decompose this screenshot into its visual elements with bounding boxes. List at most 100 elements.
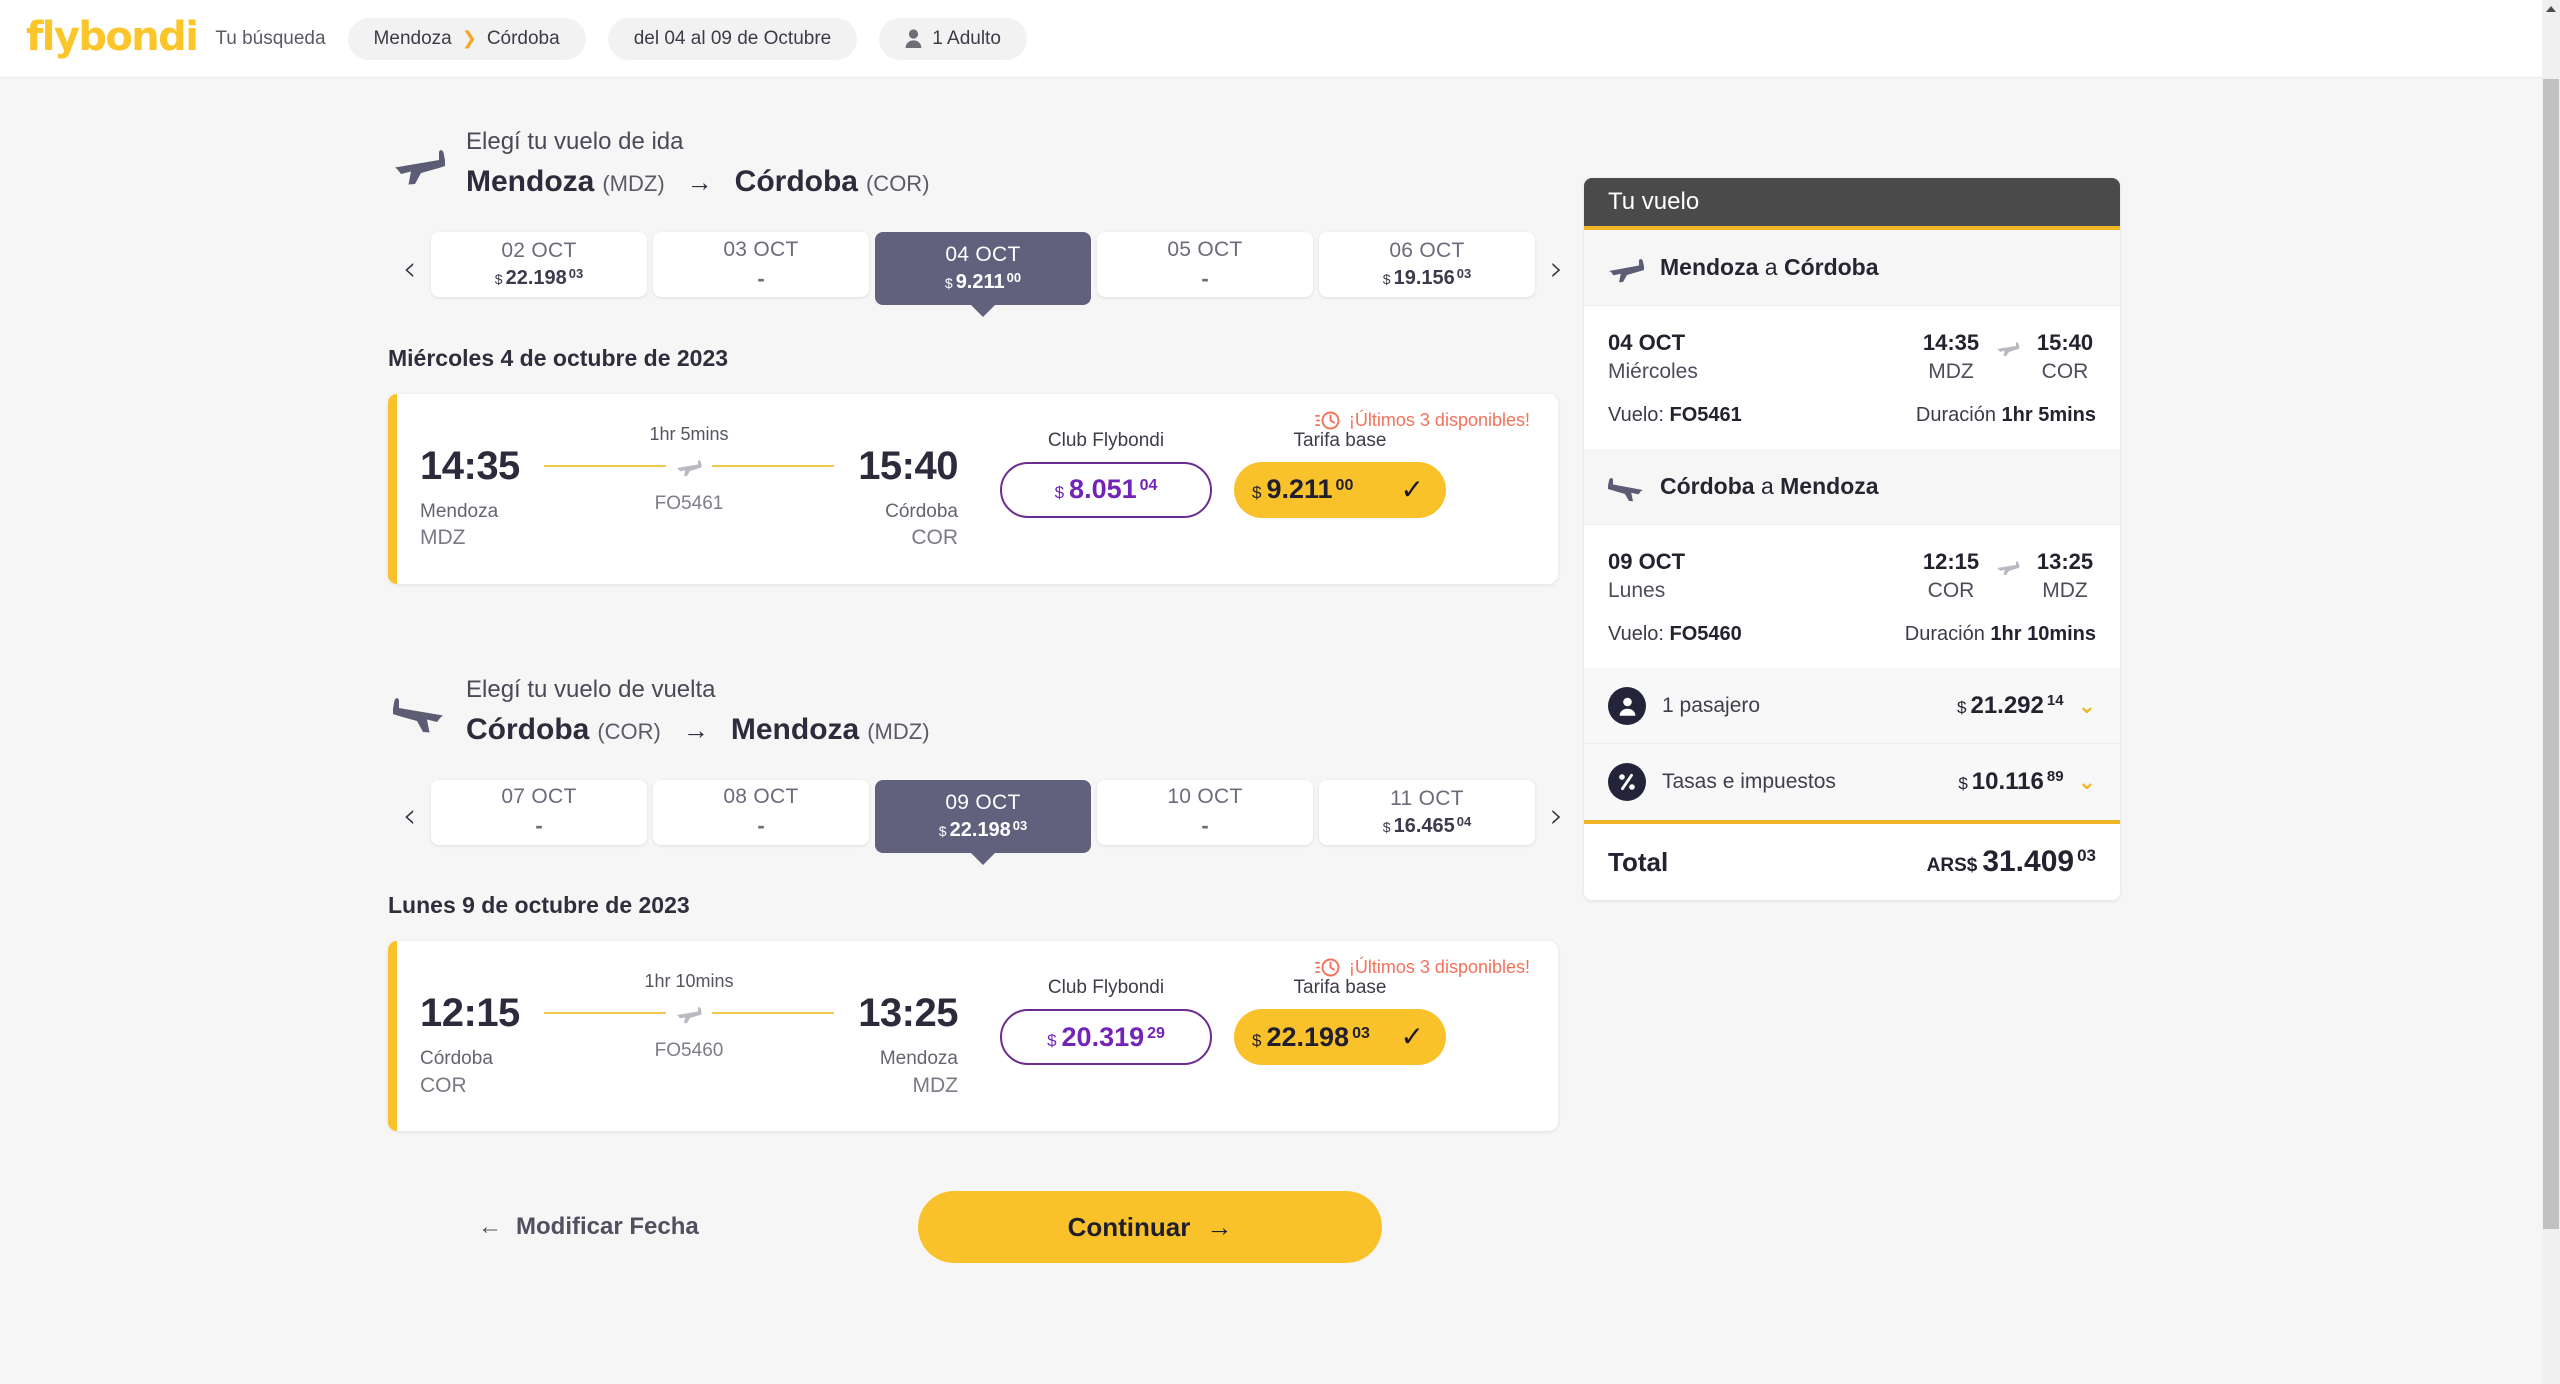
modify-date-button[interactable]: ← Modificar Fecha [478,1213,699,1241]
passengers-chip[interactable]: 1 Adulto [879,17,1027,60]
amount-value: 22.198 [949,818,1011,841]
outbound-club-fare-button[interactable]: $ 8.051 04 [1000,461,1212,518]
clock-alert-icon [1314,410,1341,431]
inbound-base-label: Tarifa base [1293,977,1387,999]
amount-cents: 00 [1006,270,1022,286]
amount-cents: 89 [2046,768,2064,786]
flybondi-logo[interactable]: flybondi [26,13,199,60]
inbound-prev-dates-button[interactable]: ‹ [388,776,431,856]
dates-chip-label: del 04 al 09 de Octubre [633,27,832,49]
amount-cents: 03 [2077,846,2096,866]
route-chip[interactable]: Mendoza ❯ Córdoba [347,17,586,60]
outbound-prev-dates-button[interactable]: ‹ [388,229,431,309]
arrow-left-icon: ← [478,1213,502,1241]
trip-summary-header: Tu vuelo [1584,178,2120,230]
logo-text: flybondi [26,13,199,60]
date-card-day: 05 OCT [1167,237,1243,261]
outbound-date-cards: 02 OCT $22.198 03 03 OCT -04 OCT $9.211 00 05 O… [431,232,1535,306]
chevron-right-icon: ❯ [461,28,477,48]
summary-leg-row-inbound: 09 OCT Lunes 12:15 COR 13:25 MDZ [1608,547,2096,605]
passengers-amount: $ 21.292 14 [1957,692,2064,720]
passengers-row[interactable]: 1 pasajero $ 21.292 14 ⌄ [1584,668,2120,745]
inbound-date-strip: ‹ 07 OCT - 08 OCT - 09 OCT $22.198 03 10 OCT - 11… [388,776,1578,856]
date-card-price: $16.465 04 [1383,814,1471,838]
outbound-date-card-05-oct[interactable]: 05 OCT - [1097,232,1313,298]
date-card-day: 11 OCT [1390,786,1464,810]
date-card-day: 04 OCT [945,243,1021,267]
outbound-kicker: Elegí tu vuelo de ida [466,128,684,155]
inbound-flight-card[interactable]: ¡Últimos 3 disponibles! 12:15 Córdoba CO… [388,941,1558,1132]
page-scrollbar[interactable] [2542,0,2560,1384]
currency-symbol: $ [1047,1030,1057,1050]
summary-duration-outbound: Duración 1hr 5mins [1916,404,2096,427]
amount-value: 8.051 [1069,474,1137,505]
outbound-next-dates-button[interactable]: › [1535,229,1578,309]
inbound-date-card-09-oct[interactable]: 09 OCT $22.198 03 [875,779,1091,853]
inbound-club-fare-button[interactable]: $ 20.319 29 [1000,1009,1212,1066]
outbound-date-card-02-oct[interactable]: 02 OCT $22.198 03 [431,232,647,298]
plane-small-icon [1996,328,2020,356]
summary-leg-route-outbound: Mendoza a Córdoba [1660,254,1879,281]
continue-button[interactable]: Continuar → [918,1191,1382,1264]
outbound-date-card-03-oct[interactable]: 03 OCT - [653,232,869,298]
chevron-down-icon[interactable]: ⌄ [2078,694,2096,717]
inbound-arrive-code: MDZ [912,1074,959,1098]
inbound-arrive-city: Mendoza [879,1048,958,1070]
outbound-date-card-06-oct[interactable]: 06 OCT $19.156 03 [1319,232,1535,298]
amount-cents: 29 [1147,1024,1165,1042]
currency-symbol: $ [494,271,503,288]
summary-date-value: 04 OCT [1608,330,1686,355]
summary-depart-time: 14:35 [1922,330,1980,355]
date-card-no-price: - [1201,265,1209,291]
inbound-date-card-11-oct[interactable]: 11 OCT $16.465 04 [1319,779,1535,845]
scroll-up-arrow-icon[interactable] [2542,0,2560,18]
inbound-next-dates-button[interactable]: › [1535,776,1578,856]
arrow-right-icon: → [1206,1211,1233,1242]
passengers-label: 1 pasajero [1662,693,1761,717]
flight-number: FO5460 [1669,623,1742,646]
outbound-flight-card[interactable]: ¡Últimos 3 disponibles! 14:35 Mendoza MD… [388,393,1558,584]
taxes-right: $ 10.116 89 ⌄ [1958,768,2096,796]
scrollbar-thumb[interactable] [2543,79,2559,1229]
amount-value: 22.198 [1266,1021,1350,1052]
flight-label: Vuelo: [1608,623,1664,646]
arrow-right-icon: → [686,167,713,198]
amount-cents: 14 [2046,691,2064,709]
inbound-date-card-10-oct[interactable]: 10 OCT - [1097,779,1313,845]
inbound-leg-texts: Elegí tu vuelo de vuelta Córdoba (COR) →… [466,674,930,749]
outbound-base-fare-button[interactable]: $ 9.211 00 ✓ [1234,461,1446,518]
outbound-date-card-04-oct[interactable]: 04 OCT $9.211 00 [875,232,1091,306]
passengers-left: 1 pasajero [1608,686,1761,725]
outbound-date-strip: ‹ 02 OCT $22.198 03 03 OCT -04 OCT $9.211 00 05… [388,229,1578,309]
inbound-depart-code: COR [420,1074,467,1098]
plane-small-icon [676,455,702,477]
amount-cents: 03 [1012,817,1028,833]
outbound-club-amount: $ 8.051 04 [1055,474,1158,505]
inbound-route: Córdoba (COR) → Mendoza (MDZ) [466,711,930,749]
plane-return-icon [1608,472,1644,502]
amount-value: 16.465 [1393,814,1455,837]
taxes-row[interactable]: Tasas e impuestos $ 10.116 89 ⌄ [1584,744,2120,821]
summary-leg-title-outbound: Mendoza a Córdoba [1584,230,2120,306]
outbound-origin-code: (MDZ) [602,171,665,197]
line-right [712,464,834,467]
date-card-day: 02 OCT [501,239,577,263]
trip-summary-panel: Tu vuelo Mendoza a Córdoba 04 OCT Miérco… [1584,178,2120,901]
inbound-base-fare-button[interactable]: $ 22.198 03 ✓ [1234,1009,1446,1066]
bottom-actions: ← Modificar Fecha Continuar → [388,1191,1558,1264]
duration-label: Duración [1915,404,1996,427]
taxes-left: Tasas e impuestos [1608,763,1836,802]
inbound-date-cards: 07 OCT - 08 OCT - 09 OCT $22.198 03 10 OCT - 11 O… [431,779,1535,853]
inbound-date-card-08-oct[interactable]: 08 OCT - [653,779,869,845]
date-card-no-price: - [757,813,765,839]
outbound-base-amount: $ 9.211 00 [1252,474,1353,505]
chevron-down-icon[interactable]: ⌄ [2078,771,2096,793]
summary-arrive-code: MDZ [2042,578,2088,602]
outbound-fare-area: Club Flybondi $ 8.051 04 Tarifa base $ 9… [1000,430,1446,518]
dates-chip[interactable]: del 04 al 09 de Octubre [607,17,858,60]
leg-from: Mendoza [1660,254,1759,280]
inbound-date-card-07-oct[interactable]: 07 OCT - [431,779,647,845]
summary-times-inbound: 12:15 COR 13:25 MDZ [1920,547,2096,605]
currency-symbol: ARS$ [1926,855,1978,877]
inbound-duration: 1hr 10mins [644,971,734,992]
